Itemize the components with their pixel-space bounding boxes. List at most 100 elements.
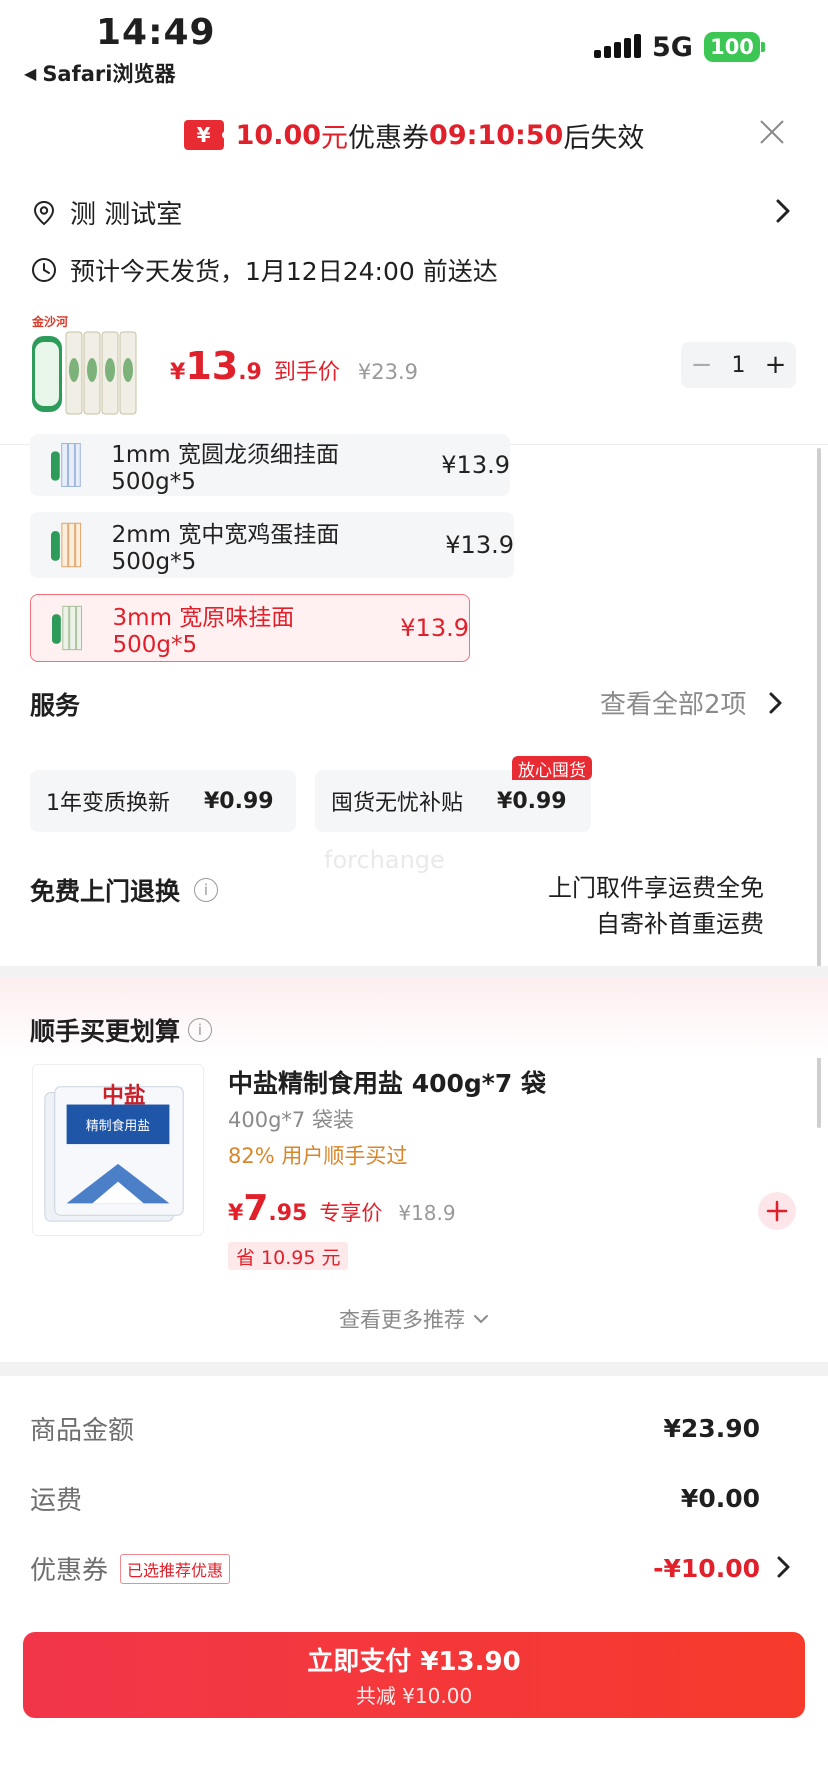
recommend-title: 顺手买更划算 [30, 1017, 181, 1046]
coupon-expiry-banner: ¥ 10.00 元 优惠券 09:10:50 后失效 [0, 104, 828, 166]
original-price: ¥23.9 [357, 360, 419, 384]
service-price: ¥0.99 [204, 788, 274, 814]
price-currency: ¥ [228, 1201, 244, 1226]
pay-button-label: 立即支付 ¥13.90 [307, 1647, 521, 1677]
salt-price: ¥ 7 .95 专享价 ¥18.9 [228, 1188, 456, 1229]
variant-price: ¥13.9 [441, 451, 510, 479]
shipping-value: ¥0.00 [680, 1484, 760, 1513]
salt-product-image[interactable]: 精制食用盐 中盐 [32, 1064, 204, 1236]
coupon-value: -¥10.00 [653, 1554, 760, 1583]
price-decimal: .9 [238, 360, 262, 385]
view-all-label: 查看全部2项 [600, 690, 747, 720]
shipping-row: 运费 ¥0.00 [30, 1480, 760, 1517]
info-icon[interactable]: i [188, 1018, 213, 1042]
back-triangle-icon: ◀ [24, 63, 37, 83]
coupon-countdown: 09:10:50 [429, 119, 564, 151]
goods-amount-value: ¥23.90 [663, 1414, 760, 1443]
coupon-amount: 10.00 [235, 119, 322, 151]
coupon-suffix: 后失效 [563, 122, 645, 154]
quantity-stepper[interactable]: − 1 + [681, 342, 796, 388]
more-recommendations-label: 查看更多推荐 [339, 1308, 465, 1332]
variant-name: 1mm 宽圆龙须细挂面 500g*5 [111, 442, 339, 495]
shipping-label: 运费 [30, 1486, 83, 1516]
price-integer: 13 [185, 344, 239, 388]
product-price: ¥ 13 .9 到手价 ¥23.9 [170, 344, 418, 388]
price-integer: 7 [243, 1188, 269, 1229]
svg-text:金沙河: 金沙河 [31, 314, 68, 329]
status-time: 14:49 [96, 12, 216, 53]
section-separator [0, 1362, 828, 1376]
pay-now-button[interactable]: 立即支付 ¥13.90 共减 ¥10.00 [23, 1632, 805, 1718]
clock-icon [32, 258, 56, 282]
chevron-right-icon [769, 692, 782, 713]
coupon-unit: 元 [321, 122, 349, 154]
watermark: forchange [324, 846, 445, 874]
salt-product-name[interactable]: 中盐精制食用盐 400g*7 袋 [228, 1064, 546, 1100]
variant-name: 3mm 宽原味挂面 500g*5 [112, 605, 295, 658]
chevron-right-icon[interactable] [774, 1554, 794, 1580]
location-pin-icon [33, 200, 55, 225]
goods-amount-label: 商品金额 [30, 1416, 135, 1446]
service-name: 囤货无忧补贴 [331, 791, 464, 816]
back-app-label: Safari浏览器 [42, 62, 176, 86]
svg-text:精制食用盐: 精制食用盐 [86, 1118, 150, 1134]
free-return-line1: 上门取件享运费全免 [548, 874, 764, 902]
salt-product-spec: 400g*7 袋装 [228, 1108, 354, 1132]
price-decimal: .95 [268, 1201, 308, 1226]
coupon-label: 优惠券 [348, 122, 430, 154]
coupon-icon: ¥ [183, 120, 230, 150]
service-name: 1年变质换新 [46, 791, 170, 816]
chevron-down-icon [474, 1315, 488, 1324]
back-to-safari-link[interactable]: ◀ Safari浏览器 [24, 58, 175, 88]
variant-price: ¥13.9 [445, 531, 514, 559]
services-view-all[interactable]: 查看全部2项 [600, 684, 785, 721]
free-return-line2: 自寄补首重运费 [596, 910, 764, 938]
chevron-right-icon[interactable] [770, 196, 796, 226]
address-row[interactable]: 测 测试室 [30, 194, 182, 231]
svg-text:中盐: 中盐 [102, 1084, 146, 1109]
plus-icon [766, 1200, 788, 1222]
delivery-estimate: 预计今天发货，1月12日24:00 前送达 [30, 252, 498, 288]
product-thumbnail: 金沙河 [31, 314, 137, 415]
battery-icon: 100 [704, 32, 760, 62]
service-option-replace[interactable]: 1年变质换新 ¥0.99 [30, 770, 296, 832]
service-tag-badge: 放心囤货 [512, 756, 592, 781]
salt-bought-rate: 82% 用户顺手买过 [228, 1144, 408, 1168]
plus-button[interactable]: + [765, 350, 787, 380]
minus-button[interactable]: − [691, 350, 713, 380]
price-label: 到手价 [273, 360, 340, 385]
network-type: 5G [652, 32, 693, 63]
more-recommendations-link[interactable]: 查看更多推荐 [0, 1304, 828, 1334]
price-label: 专享价 [319, 1201, 383, 1225]
variant-thumbnail [50, 443, 81, 487]
coupon-row[interactable]: 优惠券 已选推荐优惠 -¥10.00 [30, 1550, 760, 1587]
recommend-title-row: 顺手买更划算 i [30, 1012, 213, 1048]
price-currency: ¥ [170, 360, 186, 385]
delivery-text: 预计今天发货，1月12日24:00 前送达 [70, 257, 498, 286]
goods-amount-row: 商品金额 ¥23.90 [30, 1410, 760, 1447]
savings-badge: 省 10.95 元 [228, 1242, 349, 1270]
service-price: ¥0.99 [497, 788, 567, 814]
signal-icon [594, 34, 641, 58]
variant-option-2mm[interactable]: 2mm 宽中宽鸡蛋挂面 500g*5 ¥13.9 [30, 512, 514, 578]
original-price: ¥18.9 [398, 1201, 456, 1225]
free-return-title: 免费上门退换 [30, 877, 181, 906]
add-to-order-button[interactable] [758, 1192, 796, 1230]
coupon-selected-badge: 已选推荐优惠 [120, 1553, 231, 1584]
variant-price: ¥13.9 [400, 614, 469, 642]
variant-thumbnail [51, 605, 83, 651]
address-name: 测 测试室 [70, 200, 183, 230]
coupon-label: 优惠券 [30, 1556, 109, 1586]
battery-tip [761, 42, 765, 52]
close-icon[interactable] [756, 116, 788, 148]
variant-option-3mm-selected[interactable]: 3mm 宽原味挂面 500g*5 ¥13.9 [30, 594, 470, 662]
pay-button-subtext: 共减 ¥10.00 [355, 1684, 473, 1708]
info-icon[interactable]: i [194, 878, 219, 902]
coupon-label-group: 优惠券 已选推荐优惠 [30, 1550, 231, 1587]
quantity-value[interactable]: 1 [731, 353, 745, 378]
services-title: 服务 [30, 691, 81, 720]
free-return-row: 免费上门退换 i [30, 872, 219, 908]
section-separator [0, 966, 828, 978]
variant-option-1mm[interactable]: 1mm 宽圆龙须细挂面 500g*5 ¥13.9 [30, 434, 510, 496]
variant-name: 2mm 宽中宽鸡蛋挂面 500g*5 [111, 522, 340, 575]
